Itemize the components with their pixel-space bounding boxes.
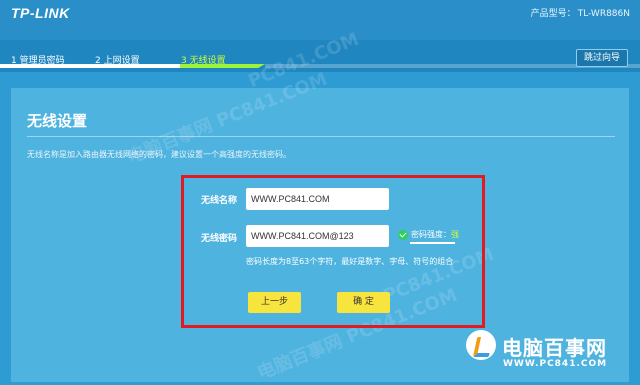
strength-text: 密码强度：强 <box>411 229 459 240</box>
password-hint: 密码长度为8至63个字符，最好是数字、字母、符号的组合 <box>246 257 454 266</box>
password-input[interactable] <box>246 225 389 247</box>
model-value: TL-WR886N <box>577 9 630 19</box>
model-label: 产品型号： <box>530 9 576 19</box>
ssid-input[interactable] <box>246 188 389 210</box>
previous-step-button[interactable]: 上一步 <box>248 292 301 313</box>
check-circle-icon <box>398 230 408 240</box>
progress-track-current <box>180 64 265 68</box>
skip-wizard-button[interactable]: 跳过向导 <box>576 49 628 67</box>
product-model: 产品型号： TL-WR886N <box>531 6 630 19</box>
top-header: TP-LINK 产品型号： TL-WR886N <box>0 0 640 40</box>
tp-link-logo: TP-LINK <box>11 5 70 21</box>
pc841-watermark: 电脑百事网 WWW.PC841.COM <box>462 326 640 382</box>
strength-label: 密码强度： <box>411 230 451 239</box>
watermark-url: WWW.PC841.COM <box>503 359 608 369</box>
watermark-brand-name: 电脑百事网 <box>502 336 607 360</box>
pc841-logo-icon <box>466 330 496 360</box>
strength-meter <box>410 242 455 244</box>
strength-value: 强 <box>451 230 459 239</box>
ssid-label: 无线名称 <box>201 196 238 206</box>
confirm-button[interactable]: 确 定 <box>337 292 390 313</box>
title-divider <box>27 136 615 137</box>
page-title: 无线设置 <box>27 112 88 130</box>
password-strength: 密码强度：强 <box>398 229 468 243</box>
password-label: 无线密码 <box>201 234 238 244</box>
progress-track-done <box>0 64 180 68</box>
